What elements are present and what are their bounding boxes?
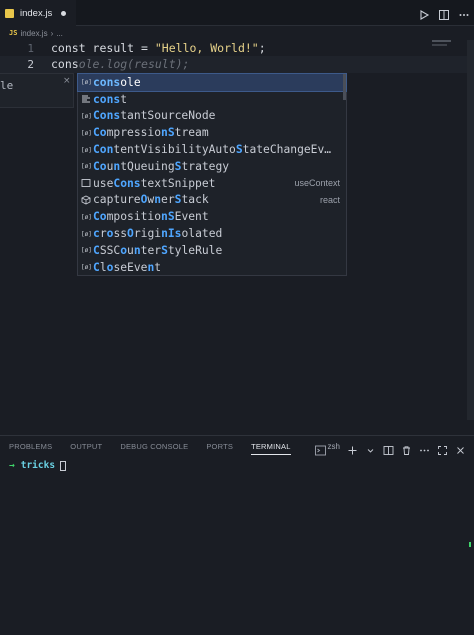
split-editor-icon[interactable] bbox=[438, 6, 450, 20]
editor-actions bbox=[418, 6, 470, 20]
variable-icon: [ø] bbox=[81, 111, 91, 121]
suggestion-list: [ø] console const [ø] ConstantSourceNode… bbox=[77, 73, 347, 276]
tab-label: index.js bbox=[20, 7, 53, 19]
variable-icon: [ø] bbox=[81, 229, 91, 239]
suggestion-item[interactable]: [ø] CompositionSEvent bbox=[78, 208, 346, 225]
code-text: const result = "Hello, World!"; bbox=[51, 40, 266, 57]
variable-icon: [ø] bbox=[81, 262, 91, 272]
keyword-icon bbox=[81, 94, 91, 104]
suggestion-item[interactable]: [ø] ContentVisibilityAutoStateChangeEv… bbox=[78, 141, 346, 158]
svg-text:[ø]: [ø] bbox=[81, 214, 91, 221]
typed-text: cons bbox=[51, 57, 79, 71]
variable-icon: [ø] bbox=[81, 145, 91, 155]
prompt-directory: tricks bbox=[20, 460, 56, 471]
suggestion-item[interactable]: [ø] crossOriginIsolated bbox=[78, 225, 346, 242]
javascript-file-icon bbox=[5, 8, 14, 18]
variable-icon: [ø] bbox=[81, 161, 91, 171]
terminal-shell-selector[interactable]: zsh bbox=[314, 441, 340, 456]
close-icon[interactable]: × bbox=[63, 76, 71, 86]
svg-text:[ø]: [ø] bbox=[81, 113, 91, 120]
suggestion-item[interactable]: [ø] console bbox=[77, 73, 347, 92]
terminal-prompt[interactable]: → tricks bbox=[9, 460, 67, 471]
tab-index-js[interactable]: index.js bbox=[0, 0, 76, 26]
minimap-line bbox=[432, 44, 447, 46]
variable-icon: [ø] bbox=[81, 128, 91, 138]
close-icon[interactable] bbox=[455, 441, 466, 454]
breadcrumb-separator: › bbox=[50, 28, 54, 38]
suggestion-item[interactable]: const bbox=[78, 91, 346, 108]
inline-suggestion-ghost-text: ole.log(result); bbox=[78, 57, 190, 71]
suggestion-item[interactable]: [ø] CompressionStream bbox=[78, 124, 346, 141]
suggestion-item[interactable]: [ø] CountQueuingStrategy bbox=[78, 158, 346, 175]
breadcrumb-file[interactable]: index.js bbox=[20, 29, 47, 38]
chevron-down-icon[interactable] bbox=[365, 441, 376, 453]
line-number: 2 bbox=[27, 58, 34, 71]
trash-icon[interactable] bbox=[401, 441, 412, 455]
package-icon bbox=[81, 195, 91, 205]
suggestion-item[interactable]: captureOwnerStack react bbox=[78, 192, 346, 209]
svg-text:[ø]: [ø] bbox=[81, 231, 91, 238]
svg-text:[ø]: [ø] bbox=[81, 130, 91, 137]
javascript-file-icon: JS bbox=[9, 29, 18, 37]
unsaved-dot-icon[interactable] bbox=[61, 11, 66, 16]
code-line[interactable]: 1 const result = "Hello, World!"; bbox=[0, 40, 474, 57]
suggestion-scrollbar[interactable] bbox=[343, 74, 346, 100]
breadcrumb: JS index.js › ... bbox=[0, 26, 474, 40]
svg-text:[ø]: [ø] bbox=[81, 264, 91, 271]
suggestion-item[interactable]: useConstextSnippet useContext bbox=[78, 175, 346, 192]
maximize-icon[interactable] bbox=[437, 441, 448, 455]
panel-actions: zsh bbox=[314, 441, 466, 456]
more-actions-icon[interactable] bbox=[458, 6, 470, 18]
svg-text:[ø]: [ø] bbox=[81, 247, 91, 254]
variable-icon: [ø] bbox=[81, 212, 91, 222]
minimap-line bbox=[432, 40, 451, 42]
editor-tab-bar: index.js bbox=[0, 0, 474, 26]
terminal-icon bbox=[314, 441, 326, 456]
split-terminal-icon[interactable] bbox=[383, 441, 394, 455]
suggestion-detail: useContext bbox=[294, 178, 340, 189]
terminal-scroll-marker bbox=[469, 542, 471, 547]
more-actions-icon[interactable] bbox=[419, 441, 430, 452]
tab-terminal[interactable]: TERMINAL bbox=[251, 436, 291, 458]
bottom-panel: PROBLEMS OUTPUT DEBUG CONSOLE PORTS TERM… bbox=[0, 435, 474, 635]
snippet-icon bbox=[81, 178, 91, 188]
suggestion-detail: react bbox=[319, 194, 340, 205]
tab-debug-console[interactable]: DEBUG CONSOLE bbox=[120, 436, 188, 458]
shell-name: zsh bbox=[327, 442, 340, 451]
variable-icon: [ø] bbox=[81, 245, 91, 255]
keyword-token: const bbox=[51, 41, 86, 55]
suggestion-item[interactable]: [ø] CloseEvent bbox=[78, 259, 346, 276]
run-icon[interactable] bbox=[418, 6, 430, 20]
hint-text: le bbox=[0, 79, 14, 92]
tab-problems[interactable]: PROBLEMS bbox=[9, 436, 52, 458]
tab-ports[interactable]: PORTS bbox=[206, 436, 233, 458]
variable-icon: [ø] bbox=[81, 77, 91, 87]
breadcrumb-more[interactable]: ... bbox=[56, 29, 63, 38]
suggestion-item[interactable]: [ø] CSSCounterStyleRule bbox=[78, 242, 346, 259]
svg-text:[ø]: [ø] bbox=[81, 147, 91, 154]
editor-scrollbar[interactable] bbox=[467, 40, 474, 420]
plain-token: result = bbox=[85, 41, 155, 55]
svg-text:[ø]: [ø] bbox=[81, 79, 91, 86]
line-number: 1 bbox=[27, 42, 34, 55]
string-token: "Hello, World!" bbox=[154, 41, 259, 55]
terminal-cursor bbox=[60, 460, 67, 471]
punctuation-token: ; bbox=[258, 41, 266, 55]
code-text: console.log(result); bbox=[51, 56, 189, 73]
svg-text:[ø]: [ø] bbox=[81, 163, 91, 170]
parameter-hint-widget: le × bbox=[0, 73, 74, 108]
code-line-active[interactable]: 2 console.log(result); bbox=[0, 56, 474, 73]
prompt-arrow: → bbox=[9, 460, 15, 471]
tab-output[interactable]: OUTPUT bbox=[70, 436, 102, 458]
suggestion-item[interactable]: [ø] ConstantSourceNode bbox=[78, 108, 346, 125]
new-terminal-icon[interactable] bbox=[347, 441, 358, 455]
